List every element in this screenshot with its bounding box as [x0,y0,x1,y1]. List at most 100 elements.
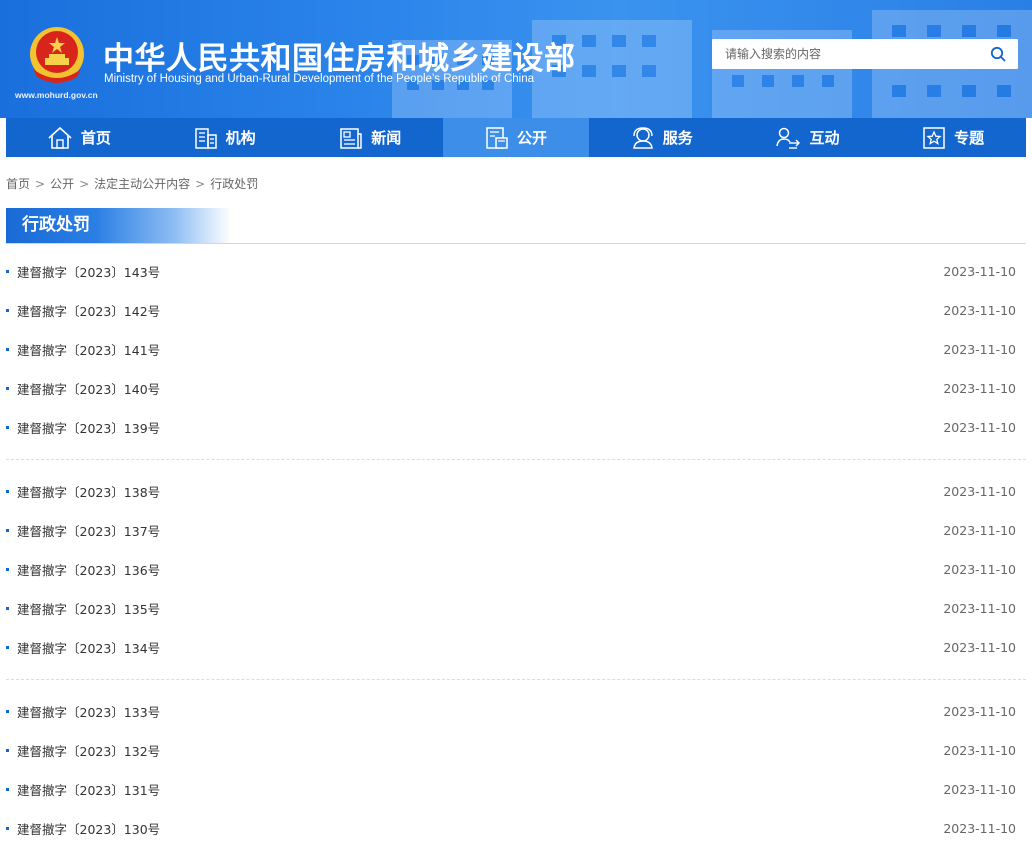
nav-item-news[interactable]: 新闻 [297,118,443,157]
search-input[interactable] [712,39,978,69]
list-group: 建督撤字〔2023〕138号 2023-11-10 建督撤字〔2023〕137号 2… [6,472,1026,680]
bullet-icon [6,749,9,752]
item-date: 2023-11-10 [943,782,1016,797]
bullet-icon [6,827,9,830]
breadcrumb-separator: > [79,177,90,191]
list-item[interactable]: 建督撤字〔2023〕139号 2023-11-10 [6,408,1026,447]
list-group: 建督撤字〔2023〕133号 2023-11-10 建督撤字〔2023〕132号 2… [6,692,1026,845]
bullet-icon [6,646,9,649]
item-title[interactable]: 建督撤字〔2023〕134号 [17,638,160,657]
national-emblem-icon [30,27,84,83]
breadcrumb-separator: > [35,177,46,191]
item-date: 2023-11-10 [943,264,1016,279]
item-date: 2023-11-10 [943,601,1016,616]
list-item[interactable]: 建督撤字〔2023〕130号 2023-11-10 [6,809,1026,845]
list-item[interactable]: 建督撤字〔2023〕142号 2023-11-10 [6,291,1026,330]
list-item[interactable]: 建督撤字〔2023〕136号 2023-11-10 [6,550,1026,589]
item-title[interactable]: 建督撤字〔2023〕130号 [17,819,160,838]
nav-label: 首页 [80,129,111,147]
nav-label: 互动 [809,129,840,147]
topic-icon [923,126,945,149]
bullet-icon [6,387,9,390]
bullet-icon [6,309,9,312]
search-box [712,39,1018,69]
item-title[interactable]: 建督撤字〔2023〕139号 [17,418,160,437]
item-date: 2023-11-10 [943,704,1016,719]
site-title[interactable]: 中华人民共和国住房和城乡建设部 [103,33,576,78]
item-date: 2023-11-10 [943,743,1016,758]
list-item[interactable]: 建督撤字〔2023〕132号 2023-11-10 [6,731,1026,770]
section-header: 行政处罚 [6,208,1026,244]
item-date: 2023-11-10 [943,821,1016,836]
nav-label: 服务 [662,129,693,147]
search-icon [990,46,1006,62]
disclosure-icon [486,126,508,149]
building-icon [194,127,217,149]
penalty-list: 建督撤字〔2023〕143号 2023-11-10 建督撤字〔2023〕142号 2… [6,252,1026,845]
list-item[interactable]: 建督撤字〔2023〕140号 2023-11-10 [6,369,1026,408]
breadcrumb-separator: > [195,177,206,191]
nav-label: 新闻 [371,129,402,147]
list-item[interactable]: 建督撤字〔2023〕143号 2023-11-10 [6,252,1026,291]
search-button[interactable] [978,39,1018,69]
bullet-icon [6,568,9,571]
list-item[interactable]: 建督撤字〔2023〕137号 2023-11-10 [6,511,1026,550]
nav-item-home[interactable]: 首页 [6,118,152,157]
item-title[interactable]: 建督撤字〔2023〕141号 [17,340,160,359]
breadcrumb-home[interactable]: 首页 [6,177,30,191]
list-group: 建督撤字〔2023〕143号 2023-11-10 建督撤字〔2023〕142号 2… [6,252,1026,460]
item-title[interactable]: 建督撤字〔2023〕131号 [17,780,160,799]
interaction-icon [776,127,801,149]
item-date: 2023-11-10 [943,640,1016,655]
item-title[interactable]: 建督撤字〔2023〕136号 [17,560,160,579]
nav-label: 机构 [225,129,256,147]
breadcrumb: 首页 > 公开 > 法定主动公开内容 > 行政处罚 [6,175,258,192]
list-item[interactable]: 建督撤字〔2023〕141号 2023-11-10 [6,330,1026,369]
nav-label: 公开 [517,129,548,147]
service-icon [632,126,653,149]
bullet-icon [6,490,9,493]
item-title[interactable]: 建督撤字〔2023〕142号 [17,301,160,320]
bullet-icon [6,607,9,610]
bullet-icon [6,529,9,532]
item-date: 2023-11-10 [943,342,1016,357]
nav-item-institutions[interactable]: 机构 [152,118,298,157]
list-item[interactable]: 建督撤字〔2023〕135号 2023-11-10 [6,589,1026,628]
item-date: 2023-11-10 [943,381,1016,396]
breadcrumb-statutory-content[interactable]: 法定主动公开内容 [94,177,190,191]
news-icon [340,127,363,149]
item-date: 2023-11-10 [943,523,1016,538]
nav-item-disclosure[interactable]: 公开 [443,118,589,157]
list-item[interactable]: 建督撤字〔2023〕131号 2023-11-10 [6,770,1026,809]
nav-item-service[interactable]: 服务 [589,118,735,157]
item-date: 2023-11-10 [943,420,1016,435]
section-title: 行政处罚 [6,208,231,243]
bullet-icon [6,348,9,351]
site-url: www.mohurd.gov.cn [15,90,98,100]
item-title[interactable]: 建督撤字〔2023〕133号 [17,702,160,721]
item-title[interactable]: 建督撤字〔2023〕140号 [17,379,160,398]
main-nav: 首页 机构 新闻 公开 服务 互动 专题 [6,118,1026,157]
breadcrumb-current: 行政处罚 [210,177,259,191]
item-date: 2023-11-10 [943,484,1016,499]
item-date: 2023-11-10 [943,303,1016,318]
site-title-english: Ministry of Housing and Urban-Rural Deve… [104,73,534,85]
nav-item-interaction[interactable]: 互动 [735,118,881,157]
item-date: 2023-11-10 [943,562,1016,577]
nav-item-topics[interactable]: 专题 [880,118,1026,157]
list-item[interactable]: 建督撤字〔2023〕134号 2023-11-10 [6,628,1026,667]
list-item[interactable]: 建督撤字〔2023〕133号 2023-11-10 [6,692,1026,731]
item-title[interactable]: 建督撤字〔2023〕143号 [17,262,160,281]
bullet-icon [6,710,9,713]
item-title[interactable]: 建督撤字〔2023〕138号 [17,482,160,501]
bullet-icon [6,270,9,273]
item-title[interactable]: 建督撤字〔2023〕135号 [17,599,160,618]
site-header: www.mohurd.gov.cn 中华人民共和国住房和城乡建设部 Minist… [0,0,1032,118]
bullet-icon [6,788,9,791]
item-title[interactable]: 建督撤字〔2023〕132号 [17,741,160,760]
list-item[interactable]: 建督撤字〔2023〕138号 2023-11-10 [6,472,1026,511]
item-title[interactable]: 建督撤字〔2023〕137号 [17,521,160,540]
breadcrumb-disclosure[interactable]: 公开 [50,177,74,191]
nav-label: 专题 [954,129,985,147]
home-icon [48,126,72,149]
